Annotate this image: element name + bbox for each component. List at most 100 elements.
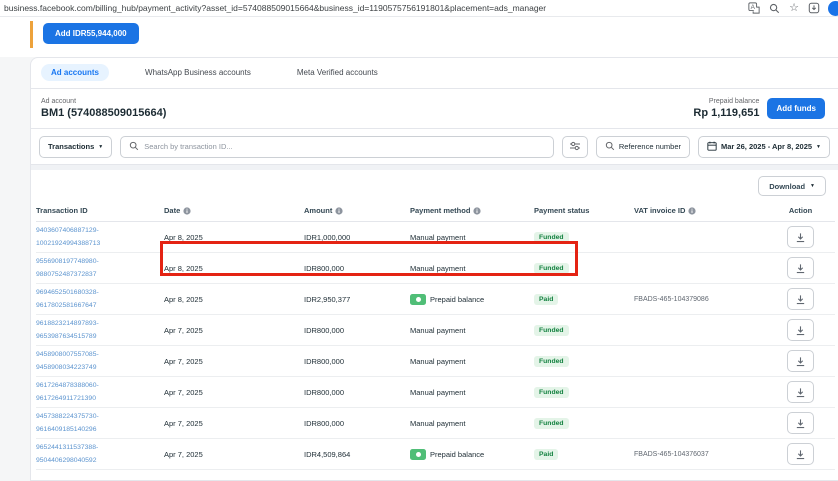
info-icon[interactable] [183,207,191,215]
payment-status-cell: Funded [534,356,634,367]
download-dropdown[interactable]: Download▼ [758,176,826,196]
bookmark-star-icon[interactable]: ☆ [789,3,799,14]
info-icon[interactable] [335,207,343,215]
download-invoice-button[interactable] [787,226,814,248]
table-row: 9618823214897893- 9653987634515789 Apr 7, … [36,315,835,346]
date-range-picker[interactable]: Mar 26, 2025 - Apr 8, 2025▼ [698,136,830,158]
transaction-id-link[interactable]: 9652441311537388- [36,443,98,452]
transactions-dropdown[interactable]: Transactions▼ [39,136,112,158]
payment-method-cell: Manual payment [410,388,534,397]
browser-toolbar-icons: A ☆ [748,2,834,14]
account-summary-row: Ad account BM1 (574088509015664) Prepaid… [31,89,838,129]
transaction-search [120,136,554,158]
payment-method-cell: Prepaid balance [410,449,534,460]
action-cell [766,443,835,465]
zoom-icon[interactable] [769,3,780,14]
transaction-id-link[interactable]: 9653987634515789 [36,332,96,341]
action-cell [766,319,835,341]
date-cell: Apr 7, 2025 [164,326,304,335]
payment-status-cell: Paid [534,449,634,460]
add-amount-button[interactable]: Add IDR55,944,000 [43,23,139,44]
date-cell: Apr 7, 2025 [164,419,304,428]
table-row: 9652441311537388- 9504406298040592 Apr 7, … [36,439,835,470]
transaction-id-link[interactable]: 9618823214897893- [36,319,99,328]
browser-address-bar: business.facebook.com/billing_hub/paymen… [0,0,838,17]
search-input[interactable] [144,142,545,151]
transaction-id-link[interactable]: 9556908197748980- [36,257,99,266]
transaction-id-cell: 9617264878388060- 9617264911721390 [36,381,164,403]
column-header-transaction-id: Transaction ID [36,206,164,215]
download-invoice-button[interactable] [787,257,814,279]
transaction-id-cell: 9457388224375730- 9616409185140296 [36,412,164,434]
vat-invoice-id[interactable]: FBADS-465-104376037 [634,451,709,458]
transaction-id-link[interactable]: 9403607406887129- [36,226,99,235]
download-invoice-button[interactable] [787,381,814,403]
download-invoice-button[interactable] [787,319,814,341]
transaction-id-link[interactable]: 9457388224375730- [36,412,99,421]
vat-invoice-id[interactable]: FBADS-465-104379086 [634,296,709,303]
download-invoice-button[interactable] [787,443,814,465]
payment-status-cell: Funded [534,263,634,274]
transaction-id-link[interactable]: 9616409185140296 [36,425,96,434]
date-cell: Apr 7, 2025 [164,357,304,366]
transaction-id-link[interactable]: 9617264878388060- [36,381,99,390]
transaction-id-link[interactable]: 9458908007557085- [36,350,99,359]
tab-meta-verified-accounts[interactable]: Meta Verified accounts [287,64,388,81]
status-badge: Funded [534,232,569,243]
payment-method-cell: Prepaid balance [410,294,534,305]
chevron-down-icon: ▼ [98,144,103,150]
transaction-id-link[interactable]: 9880752487372837 [36,270,96,279]
payment-method-cell: Manual payment [410,419,534,428]
transaction-id-cell: 9612680856322386- [36,477,164,481]
transaction-id-cell: 9652441311537388- 9504406298040592 [36,443,164,465]
table-row: 9694652501680328-9617802581667647Apr 8, … [36,284,835,315]
download-invoice-button[interactable] [787,412,814,434]
action-cell [766,412,835,434]
profile-avatar[interactable] [828,1,838,16]
column-header-amount: Amount [304,206,410,215]
account-info: Ad account BM1 (574088509015664) [41,98,166,119]
table-toolbar: Download▼ [31,170,838,200]
filter-settings-button[interactable] [562,136,588,158]
transaction-id-link[interactable]: 9617802581667647 [36,301,96,310]
download-invoice-button[interactable] [787,288,814,310]
info-icon[interactable] [688,207,696,215]
amount-cell: IDR800,000 [304,326,410,335]
transaction-id-link[interactable]: 9617264911721390 [36,394,96,403]
transaction-id-link[interactable]: 9694652501680328- [36,288,99,297]
table-row: 9403607406887129-10021924994388713Apr 8,… [36,222,835,253]
transaction-id-link[interactable]: 9458908034223749 [36,363,96,372]
prepaid-balance-value: Rp 1,119,651 [693,107,759,119]
download-invoice-button[interactable] [787,350,814,372]
amount-cell: IDR800,000 [304,419,410,428]
payment-status-cell: Funded [534,325,634,336]
transaction-id-link[interactable]: 9504406298040592 [36,456,96,465]
amount-cell: IDR4,509,864 [304,450,410,459]
browser-downloads-icon[interactable] [808,2,820,14]
tab-whatsapp-business-accounts[interactable]: WhatsApp Business accounts [135,64,261,81]
status-badge: Funded [534,356,569,367]
status-badge: Funded [534,418,569,429]
translate-icon[interactable]: A [748,2,760,14]
transaction-id-cell: 9694652501680328- 9617802581667647 [36,288,164,310]
info-icon[interactable] [473,207,481,215]
ad-account-name: BM1 (574088509015664) [41,107,166,119]
payment-banner: Add IDR55,944,000 [0,17,838,57]
status-badge: Funded [534,387,569,398]
reference-number-button[interactable]: Reference number [596,136,690,158]
amount-cell: IDR2,950,377 [304,295,410,304]
action-cell [766,350,835,372]
prepaid-balance-label: Prepaid balance [693,98,759,105]
chevron-down-icon: ▼ [810,183,815,189]
transaction-id-cell: 9458908007557085- 9458908034223749 [36,350,164,372]
payment-activity-card: Ad accounts WhatsApp Business accounts Met… [30,57,838,481]
date-cell: Apr 7, 2025 [164,450,304,459]
table-row: 9458908007557085- 9458908034223749 Apr 7, … [36,346,835,377]
transaction-id-link[interactable]: 10021924994388713 [36,239,100,248]
tab-ad-accounts[interactable]: Ad accounts [41,64,109,81]
table-header-row: Transaction IDDateAmountPayment methodPa… [36,200,835,222]
url-text[interactable]: business.facebook.com/billing_hub/paymen… [4,3,546,13]
payment-method-cell: Manual payment [410,264,534,273]
calendar-icon [707,141,717,153]
add-funds-button[interactable]: Add funds [767,98,825,119]
